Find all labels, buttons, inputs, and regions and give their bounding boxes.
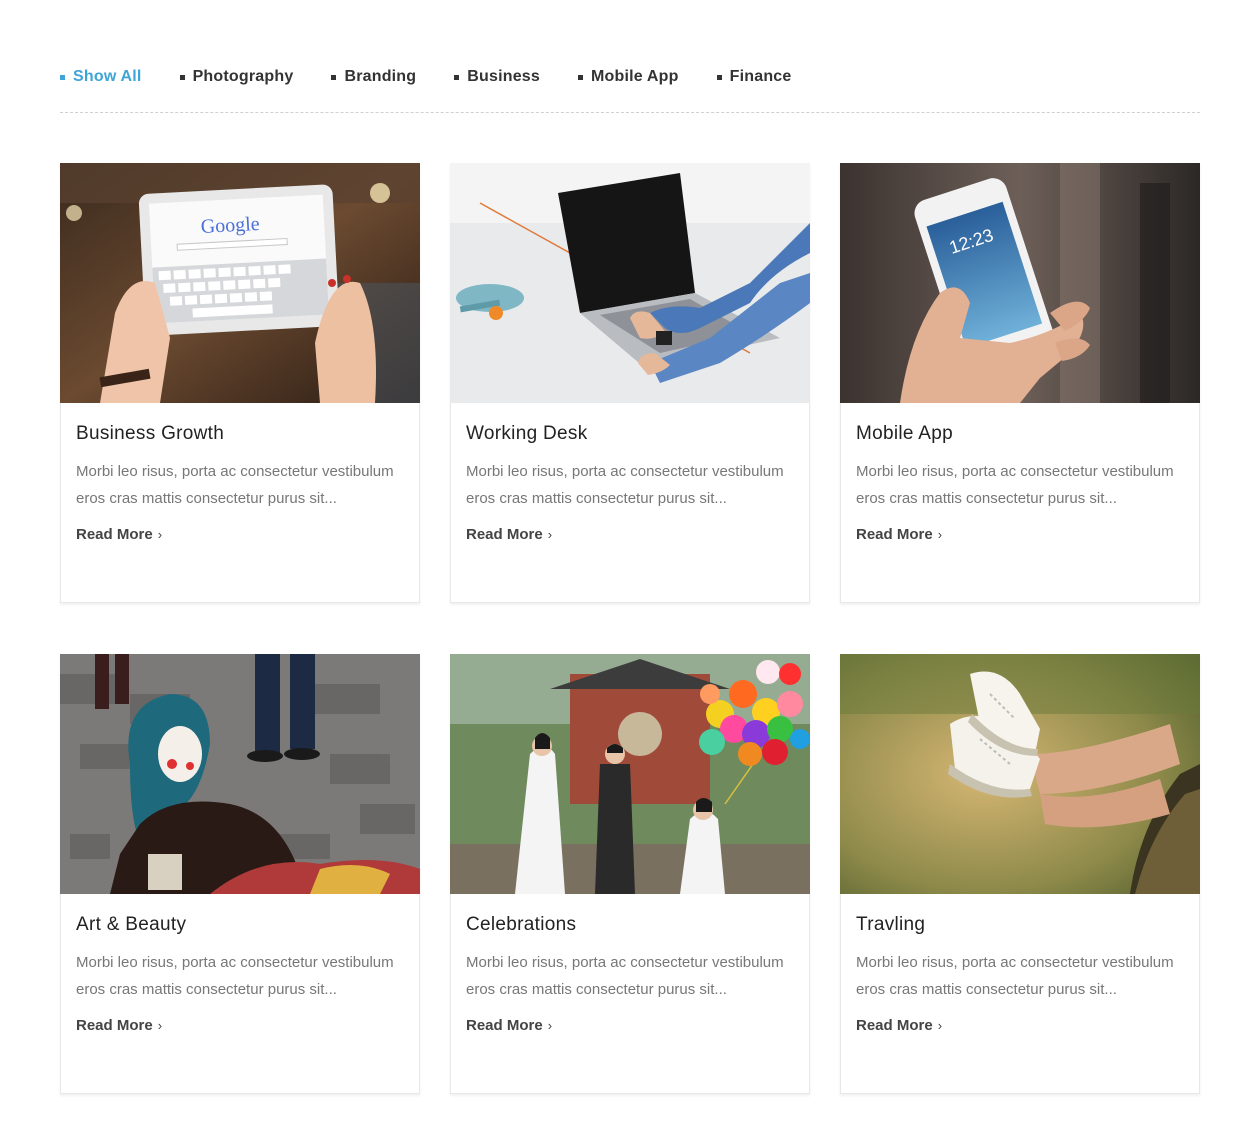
read-more-link[interactable]: Read More ›	[76, 1017, 162, 1034]
square-bullet-icon	[578, 74, 584, 80]
filter-label: Finance	[729, 68, 792, 85]
square-bullet-icon	[331, 74, 337, 80]
card-excerpt: Morbi leo risus, porta ac consectetur ve…	[466, 463, 784, 507]
card-title: Celebrations	[466, 914, 577, 935]
chevron-right-icon: ›	[157, 1018, 163, 1033]
read-more-label: Read More	[466, 1017, 543, 1034]
filter-label: Branding	[344, 68, 417, 85]
card-excerpt: Morbi leo risus, porta ac consectetur ve…	[856, 954, 1174, 998]
filter-branding[interactable]: Branding	[331, 68, 416, 86]
portfolio-card: Travling Morbi leo risus, porta ac conse…	[840, 654, 1200, 1094]
chevron-right-icon: ›	[937, 527, 943, 542]
card-excerpt: Morbi leo risus, porta ac consectetur ve…	[76, 463, 394, 507]
square-bullet-icon	[716, 74, 722, 80]
read-more-label: Read More	[856, 1017, 933, 1034]
card-title: Mobile App	[856, 423, 954, 444]
card-image-street-artist[interactable]	[60, 654, 420, 894]
read-more-label: Read More	[76, 526, 153, 543]
filter-business[interactable]: Business	[454, 68, 540, 86]
read-more-link[interactable]: Read More ›	[466, 526, 552, 543]
card-image-phone-hand[interactable]: 12:23	[840, 163, 1200, 403]
chevron-right-icon: ›	[937, 1018, 943, 1033]
card-title: Working Desk	[466, 423, 588, 444]
chevron-right-icon: ›	[547, 527, 553, 542]
card-title: Art & Beauty	[76, 914, 187, 935]
card-excerpt: Morbi leo risus, porta ac consectetur ve…	[466, 954, 784, 998]
read-more-link[interactable]: Read More ›	[856, 1017, 942, 1034]
read-more-label: Read More	[856, 526, 933, 543]
portfolio-filter-bar: Show All Photography Branding Business M…	[60, 66, 1200, 88]
filter-label: Show All	[73, 68, 142, 85]
read-more-link[interactable]: Read More ›	[856, 526, 942, 543]
filter-label: Mobile App	[591, 68, 679, 85]
square-bullet-icon	[454, 74, 460, 80]
chevron-right-icon: ›	[547, 1018, 553, 1033]
portfolio-card: Art & Beauty Morbi leo risus, porta ac c…	[60, 654, 420, 1094]
card-image-sneakers-travel[interactable]	[840, 654, 1200, 894]
google-logo-text: Google	[200, 213, 260, 238]
filter-label: Business	[467, 68, 541, 85]
filter-divider	[60, 112, 1200, 113]
portfolio-card: 12:23 Mobile App Morbi leo risus, porta …	[840, 163, 1200, 603]
square-bullet-icon	[60, 74, 65, 80]
card-title: Business Growth	[76, 423, 225, 444]
card-excerpt: Morbi leo risus, porta ac consectetur ve…	[76, 954, 394, 998]
card-image-celebration-balloons[interactable]	[450, 654, 810, 894]
read-more-label: Read More	[466, 526, 543, 543]
portfolio-card: Google Business Growth Morbi leo risus, …	[60, 163, 420, 603]
chevron-right-icon: ›	[157, 527, 163, 542]
portfolio-card: Celebrations Morbi leo risus, porta ac c…	[450, 654, 810, 1094]
card-title: Travling	[856, 914, 926, 935]
read-more-link[interactable]: Read More ›	[76, 526, 162, 543]
filter-finance[interactable]: Finance	[716, 68, 792, 86]
portfolio-card: Working Desk Morbi leo risus, porta ac c…	[450, 163, 810, 603]
filter-show-all[interactable]: Show All	[60, 68, 142, 86]
read-more-link[interactable]: Read More ›	[466, 1017, 552, 1034]
filter-mobile-app[interactable]: Mobile App	[578, 68, 679, 86]
card-image-laptop-desk[interactable]	[450, 163, 810, 403]
read-more-label: Read More	[76, 1017, 153, 1034]
filter-photography[interactable]: Photography	[179, 68, 294, 86]
filter-label: Photography	[192, 68, 294, 85]
card-image-tablet-google[interactable]: Google	[60, 163, 420, 403]
square-bullet-icon	[179, 74, 185, 80]
card-excerpt: Morbi leo risus, porta ac consectetur ve…	[856, 463, 1174, 507]
